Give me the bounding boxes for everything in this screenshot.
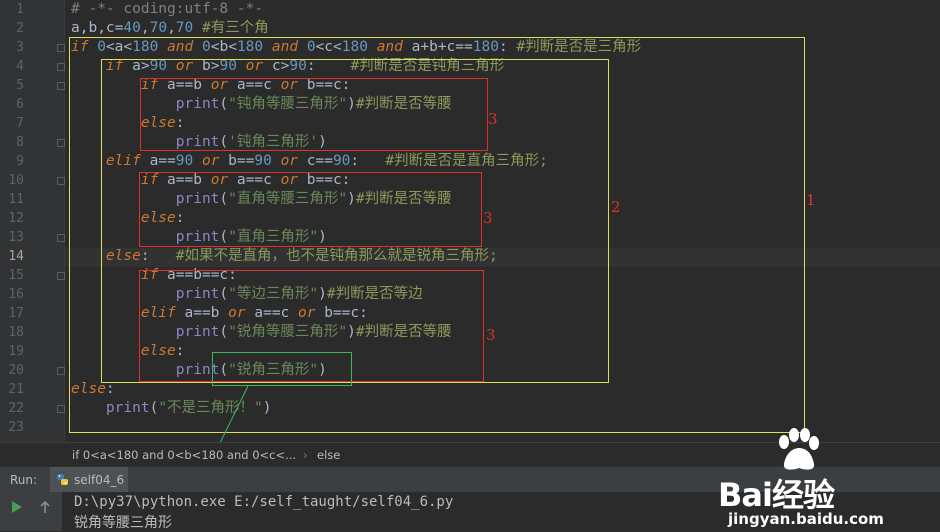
scroll-up-icon[interactable] [38, 500, 52, 514]
console-side-toolbar [0, 492, 62, 531]
console-command-line: D:\py37\python.exe E:/self_taught/self04… [74, 494, 454, 510]
run-tab[interactable]: self04_6 [50, 467, 128, 493]
annotation-marker: 3 [483, 209, 493, 227]
console-output-line: 锐角等腰三角形 [74, 515, 172, 531]
breadcrumb-item[interactable]: else [317, 448, 340, 462]
annotation-marker: 1 [806, 191, 816, 209]
python-icon [57, 474, 68, 485]
run-label: Run: [10, 473, 38, 487]
annotation-marker: 3 [486, 326, 496, 344]
breadcrumb-separator-icon: › [303, 448, 308, 462]
annotation-marker: 2 [611, 198, 621, 216]
rerun-icon[interactable] [10, 500, 24, 514]
baidu-jingyan-watermark: Bai经验 jingyan.baidu.com [718, 428, 933, 528]
paw-logo-icon [779, 428, 819, 470]
breadcrumb-item[interactable]: if 0<a<180 and 0<b<180 and 0<c<... [72, 448, 296, 462]
watermark-url: jingyan.baidu.com [728, 510, 884, 528]
run-tab-label: self04_6 [74, 473, 125, 487]
annotation-marker: 3 [488, 110, 498, 128]
